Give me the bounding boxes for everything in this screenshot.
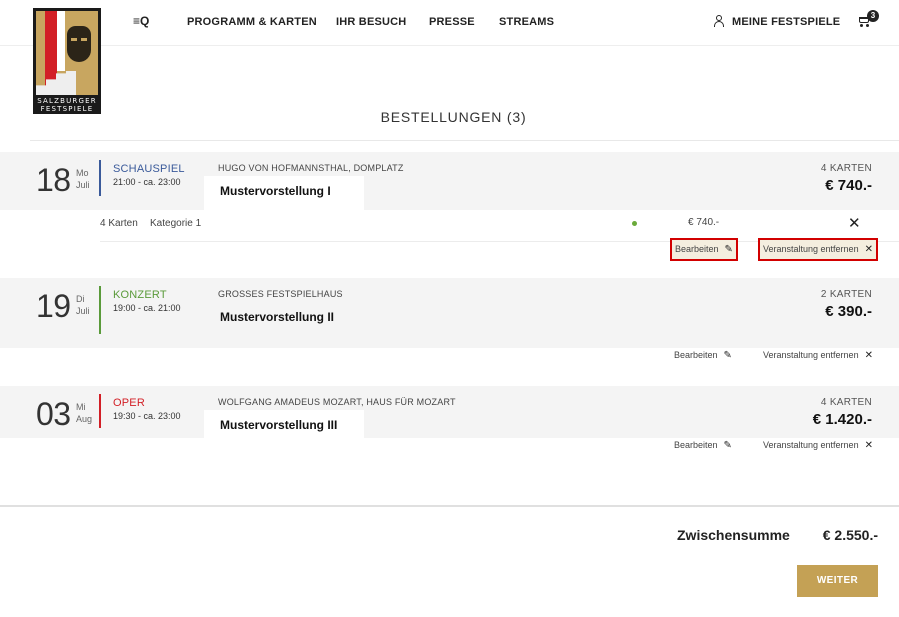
logo-text-line2: FESTSPIELE bbox=[40, 105, 94, 113]
x-icon: ✕ bbox=[864, 440, 873, 451]
event-row: 19 Di Juli KONZERT 19:00 - ca. 21:00 GROS… bbox=[0, 278, 899, 348]
event-price: € 390.- bbox=[825, 303, 872, 320]
edit-button[interactable]: Bearbeiten ✎ bbox=[670, 238, 738, 261]
event-name[interactable]: Mustervorstellung II bbox=[220, 310, 334, 324]
event-category: OPER bbox=[113, 397, 145, 409]
pencil-icon: ✎ bbox=[723, 350, 732, 361]
page-title: BESTELLUNGEN (3) bbox=[380, 109, 527, 125]
ticket-count: 4 KARTEN bbox=[820, 163, 872, 174]
event-day: 19 bbox=[36, 288, 71, 324]
festival-logo[interactable]: SALZBURGER FESTSPIELE bbox=[33, 8, 101, 114]
pencil-icon: ✎ bbox=[724, 244, 733, 255]
remove-event-button[interactable]: Veranstaltung entfernen ✕ bbox=[763, 350, 873, 361]
nav-presse[interactable]: PRESSE bbox=[429, 16, 475, 28]
event-weekday-month: Mo Juli bbox=[76, 168, 90, 190]
remove-label: Veranstaltung entfernen bbox=[763, 350, 859, 360]
event-venue: GROSSES FESTSPIELHAUS bbox=[218, 289, 343, 299]
nav-programm-karten[interactable]: PROGRAMM & KARTEN bbox=[187, 16, 317, 28]
close-icon[interactable]: ✕ bbox=[848, 214, 861, 232]
event-time: 19:30 - ca. 23:00 bbox=[113, 411, 181, 421]
subtotal-value: € 2.550.- bbox=[822, 527, 878, 543]
ticket-quantity: 4 Karten bbox=[100, 218, 138, 229]
ticket-count: 2 KARTEN bbox=[820, 289, 872, 300]
nav-streams[interactable]: STREAMS bbox=[499, 16, 554, 28]
event-time: 19:00 - ca. 21:00 bbox=[113, 303, 181, 313]
x-icon: ✕ bbox=[864, 244, 873, 255]
event-name[interactable]: Mustervorstellung I bbox=[220, 184, 331, 198]
ticket-count: 4 KARTEN bbox=[820, 397, 872, 408]
event-row: 03 Mi Aug OPER 19:30 - ca. 23:00 WOLFGANG… bbox=[0, 386, 899, 438]
event-weekday-month: Mi Aug bbox=[76, 402, 93, 424]
subtotal-label: Zwischensumme bbox=[677, 527, 790, 543]
continue-button[interactable]: WEITER bbox=[797, 565, 878, 597]
event-weekday-month: Di Juli bbox=[76, 294, 90, 316]
ticket-detail-row: 4 Karten Kategorie 1 € 740.- ✕ bbox=[100, 206, 899, 242]
event-time: 21:00 - ca. 23:00 bbox=[113, 177, 181, 187]
remove-event-button[interactable]: Veranstaltung entfernen ✕ bbox=[763, 440, 873, 451]
logo-text-line1: SALZBURGER bbox=[37, 97, 97, 105]
event-price: € 740.- bbox=[825, 177, 872, 194]
ticket-category: Kategorie 1 bbox=[150, 218, 202, 229]
edit-label: Bearbeiten bbox=[674, 350, 718, 360]
nav-ihr-besuch[interactable]: IHR BESUCH bbox=[336, 16, 406, 28]
user-icon[interactable] bbox=[713, 15, 725, 27]
event-name[interactable]: Mustervorstellung III bbox=[220, 418, 337, 432]
availability-dot-icon bbox=[632, 221, 637, 226]
event-day: 03 bbox=[36, 396, 71, 432]
cart-count-badge: 3 bbox=[867, 10, 879, 22]
category-color-bar bbox=[99, 160, 101, 196]
x-icon: ✕ bbox=[864, 350, 873, 361]
divider bbox=[30, 140, 899, 141]
event-category: KONZERT bbox=[113, 289, 167, 301]
remove-event-button[interactable]: Veranstaltung entfernen ✕ bbox=[758, 238, 878, 261]
ticket-price: € 740.- bbox=[688, 217, 720, 228]
event-venue: WOLFGANG AMADEUS MOZART, HAUS FÜR MOZART bbox=[218, 397, 456, 407]
edit-button[interactable]: Bearbeiten ✎ bbox=[674, 440, 732, 451]
nav-meine-festspiele[interactable]: MEINE FESTSPIELE bbox=[732, 16, 840, 28]
remove-label: Veranstaltung entfernen bbox=[763, 440, 859, 450]
event-day: 18 bbox=[36, 162, 71, 198]
remove-label: Veranstaltung entfernen bbox=[763, 244, 859, 254]
edit-label: Bearbeiten bbox=[675, 244, 719, 254]
summary-divider bbox=[0, 505, 899, 507]
category-color-bar bbox=[99, 286, 101, 334]
edit-button[interactable]: Bearbeiten ✎ bbox=[674, 350, 732, 361]
site-header: ≡Q PROGRAMM & KARTEN IHR BESUCH PRESSE S… bbox=[0, 0, 899, 46]
event-row: 18 Mo Juli SCHAUSPIEL 21:00 - ca. 23:00 H… bbox=[0, 152, 899, 210]
category-color-bar bbox=[99, 394, 101, 428]
edit-label: Bearbeiten bbox=[674, 440, 718, 450]
menu-search-toggle[interactable]: ≡Q bbox=[133, 14, 149, 28]
pencil-icon: ✎ bbox=[723, 440, 732, 451]
event-category: SCHAUSPIEL bbox=[113, 163, 185, 175]
event-venue: HUGO VON HOFMANNSTHAL, DOMPLATZ bbox=[218, 163, 404, 173]
event-price: € 1.420.- bbox=[812, 411, 872, 428]
